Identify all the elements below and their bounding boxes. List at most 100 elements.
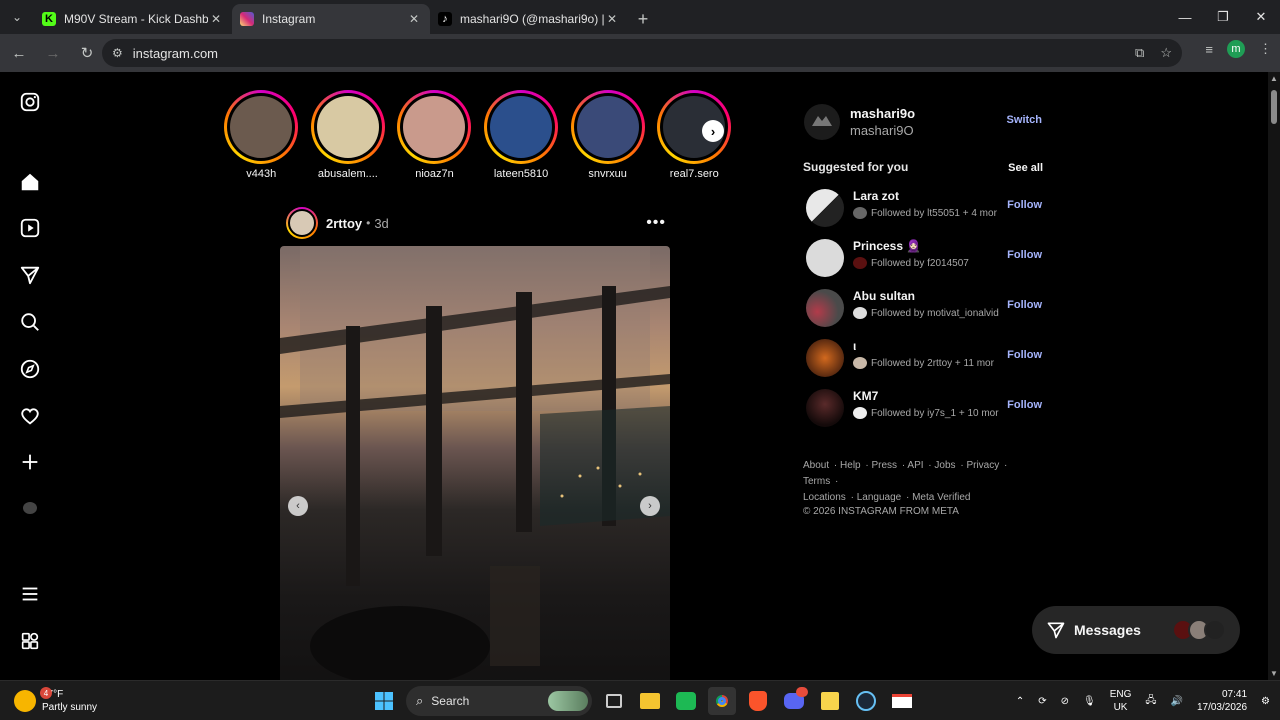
- app-green-icon[interactable]: [672, 687, 700, 715]
- also-from-meta-icon[interactable]: [18, 629, 42, 653]
- close-icon[interactable]: ✕: [604, 12, 620, 26]
- follow-button[interactable]: Follow: [1007, 249, 1042, 261]
- messages-button[interactable]: Messages: [1032, 606, 1240, 654]
- messages-avatars: [1172, 619, 1226, 641]
- back-button[interactable]: ←: [4, 38, 34, 68]
- footer-link[interactable]: Language: [857, 492, 902, 503]
- steam-icon[interactable]: [852, 687, 880, 715]
- footer-link[interactable]: About: [803, 460, 829, 471]
- footer-link[interactable]: API: [907, 460, 923, 471]
- profile-icon[interactable]: [18, 496, 42, 520]
- current-account-avatar[interactable]: [804, 104, 840, 140]
- story-item[interactable]: snvrxuu: [564, 90, 651, 190]
- tray-overflow-chevron-icon[interactable]: ⌃: [1016, 696, 1024, 707]
- microphone-icon[interactable]: 🎙: [1083, 696, 1096, 707]
- suggested-user-name[interactable]: Lara zot: [853, 189, 899, 203]
- sync-icon[interactable]: ⟳: [1038, 696, 1046, 707]
- follow-button[interactable]: Follow: [1007, 349, 1042, 361]
- chrome-icon[interactable]: [708, 687, 736, 715]
- tab-tiktok[interactable]: ♪ mashari9O (@mashari9o) | TikT ✕: [430, 4, 628, 34]
- follow-button[interactable]: Follow: [1007, 399, 1042, 411]
- suggested-user-avatar[interactable]: [806, 189, 844, 227]
- settings-gear-icon[interactable]: ⚙: [1261, 696, 1270, 707]
- brave-icon[interactable]: [744, 687, 772, 715]
- close-icon[interactable]: ✕: [406, 12, 422, 26]
- bookmark-star-icon[interactable]: ☆: [1160, 45, 1172, 61]
- switch-account-link[interactable]: Switch: [1007, 114, 1042, 126]
- follow-button[interactable]: Follow: [1007, 199, 1042, 211]
- footer-link[interactable]: Privacy: [966, 460, 999, 471]
- messages-icon[interactable]: [18, 263, 42, 287]
- footer-link[interactable]: Help: [840, 460, 861, 471]
- post-author-avatar[interactable]: [286, 207, 318, 239]
- start-windows-icon[interactable]: [370, 687, 398, 715]
- notifications-heart-icon[interactable]: [18, 404, 42, 428]
- file-explorer-icon[interactable]: [636, 687, 664, 715]
- stories-tray: v443h abusalem.... nioaz7n lateen5810 sn…: [218, 90, 738, 190]
- suggested-user-avatar[interactable]: [806, 389, 844, 427]
- volume-icon[interactable]: 🔊: [1171, 696, 1183, 707]
- page-scrollbar[interactable]: ▲ ▼: [1268, 72, 1280, 680]
- camera-off-icon[interactable]: ⊘: [1061, 696, 1069, 707]
- footer-link[interactable]: Jobs: [934, 460, 955, 471]
- new-tab-button[interactable]: +: [628, 4, 658, 34]
- close-window-button[interactable]: ✕: [1242, 0, 1280, 34]
- gmail-icon[interactable]: [888, 687, 916, 715]
- story-item[interactable]: lateen5810: [478, 90, 565, 190]
- url-field[interactable]: ⚙ instagram.com ⧉ ☆: [102, 39, 1182, 67]
- suggested-user-name[interactable]: Abu sultan: [853, 289, 915, 303]
- notes-app-icon[interactable]: [816, 687, 844, 715]
- reels-icon[interactable]: [18, 216, 42, 240]
- task-view-icon[interactable]: [600, 687, 628, 715]
- post-author-username[interactable]: 2rttoy: [326, 216, 362, 231]
- tab-kick[interactable]: K M90V Stream - Kick Dashboard ✕: [34, 4, 232, 34]
- explore-compass-icon[interactable]: [18, 357, 42, 381]
- footer-link[interactable]: Press: [872, 460, 898, 471]
- story-item[interactable]: abusalem....: [305, 90, 392, 190]
- see-all-link[interactable]: See all: [1008, 162, 1043, 174]
- post-options-icon[interactable]: •••: [646, 214, 666, 232]
- network-icon[interactable]: 🖧: [1145, 693, 1156, 710]
- post-image[interactable]: ‹ ›: [280, 246, 670, 680]
- more-menu-icon[interactable]: [18, 582, 42, 606]
- suggested-user-name[interactable]: Princess 🧕🏻: [853, 239, 921, 253]
- tab-instagram[interactable]: Instagram ✕: [232, 4, 430, 34]
- current-account-username[interactable]: mashari9o: [850, 106, 915, 121]
- site-info-icon[interactable]: ⚙: [112, 46, 123, 60]
- close-icon[interactable]: ✕: [208, 12, 224, 26]
- footer-link[interactable]: Terms: [803, 476, 830, 487]
- suggested-user-avatar[interactable]: [806, 339, 844, 377]
- taskbar-search[interactable]: ⌕ Search: [406, 686, 592, 716]
- story-item[interactable]: real7.sero: [651, 90, 738, 190]
- weather-widget[interactable]: 4 67°F Partly sunny: [14, 685, 97, 717]
- discord-icon[interactable]: [780, 687, 808, 715]
- suggested-user-name[interactable]: KM7: [853, 389, 878, 403]
- footer-link[interactable]: Meta Verified: [912, 492, 970, 503]
- clock[interactable]: 07:41 17/03/2026: [1197, 688, 1247, 714]
- forward-button[interactable]: →: [38, 38, 68, 68]
- reload-button[interactable]: ↻: [72, 38, 102, 68]
- suggested-user-name[interactable]: ι: [853, 339, 856, 353]
- follow-button[interactable]: Follow: [1007, 299, 1042, 311]
- tab-search-chevron-icon[interactable]: ⌄: [0, 0, 34, 34]
- minimize-button[interactable]: —: [1166, 0, 1204, 34]
- search-icon[interactable]: [18, 310, 42, 334]
- profile-avatar[interactable]: m: [1227, 40, 1245, 58]
- carousel-prev-chevron-icon[interactable]: ‹: [288, 496, 308, 516]
- restore-button[interactable]: ❐: [1204, 0, 1242, 34]
- instagram-logo-icon[interactable]: [18, 90, 42, 114]
- home-icon[interactable]: [18, 170, 42, 194]
- suggested-user-avatar[interactable]: [806, 289, 844, 327]
- story-item[interactable]: nioaz7n: [391, 90, 478, 190]
- input-language[interactable]: ENG UK: [1110, 688, 1132, 714]
- footer-link[interactable]: Locations: [803, 492, 846, 503]
- create-plus-icon[interactable]: [18, 450, 42, 474]
- install-app-icon[interactable]: ⧉: [1135, 45, 1144, 61]
- keyboard-layout: UK: [1113, 702, 1128, 713]
- media-control-icon[interactable]: ≡: [1205, 42, 1213, 57]
- story-item[interactable]: v443h: [218, 90, 305, 190]
- suggested-user-avatar[interactable]: [806, 239, 844, 277]
- stories-next-chevron-icon[interactable]: ›: [702, 120, 724, 142]
- carousel-next-chevron-icon[interactable]: ›: [640, 496, 660, 516]
- menu-kebab-icon[interactable]: ⋮: [1259, 41, 1272, 57]
